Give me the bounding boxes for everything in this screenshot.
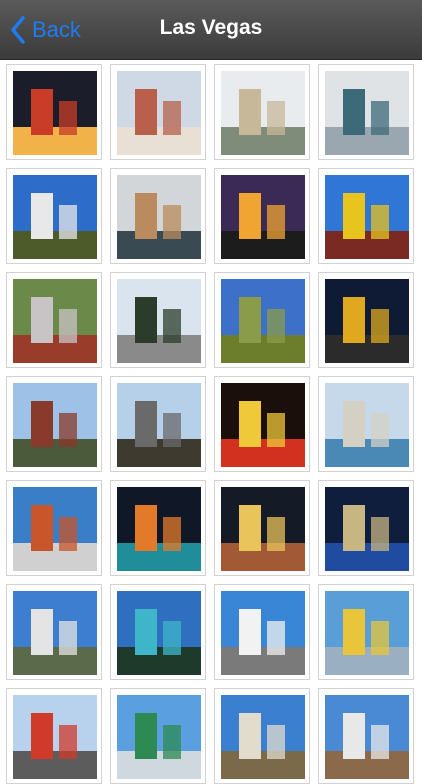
photo-thumbnail[interactable]	[318, 272, 414, 368]
photo-hotel-day-wide	[117, 71, 201, 155]
photo-thumbnail[interactable]	[318, 688, 414, 784]
photo-thumbnail[interactable]	[110, 272, 206, 368]
photo-thumbnail[interactable]	[318, 64, 414, 160]
photo-thumbnail[interactable]	[214, 272, 310, 368]
photo-pylon-sculpture	[13, 383, 97, 467]
photo-four-queens-sign	[221, 383, 305, 467]
photo-clouds-skyline	[221, 591, 305, 675]
photo-thumbnail[interactable]	[214, 64, 310, 160]
photo-thumbnail[interactable]	[318, 584, 414, 680]
photo-thumbnail[interactable]	[318, 480, 414, 576]
photo-glass-towers	[325, 71, 409, 155]
photo-thumbnail[interactable]	[214, 376, 310, 472]
photo-thumbnail[interactable]	[110, 64, 206, 160]
photo-thumbnail[interactable]	[110, 480, 206, 576]
photo-thumbnail[interactable]	[318, 376, 414, 472]
photo-thumbnail[interactable]	[6, 480, 102, 576]
photo-blue-sky-eiffel	[13, 175, 97, 259]
photo-paris-fountain	[117, 591, 201, 675]
photo-flamingo	[13, 279, 97, 363]
photo-coke-bottle	[117, 695, 201, 779]
photo-caesars-fountain	[221, 695, 305, 779]
photo-thumbnail[interactable]	[110, 376, 206, 472]
photo-thumbnail[interactable]	[6, 168, 102, 264]
photo-red-building	[13, 487, 97, 571]
photo-golf-course	[221, 279, 305, 363]
photo-thumbnail[interactable]	[6, 272, 102, 368]
photo-casino-towers	[221, 71, 305, 155]
photo-thumbnail[interactable]	[318, 168, 414, 264]
photo-thumbnail[interactable]	[214, 168, 310, 264]
photo-fountain-plaza	[117, 175, 201, 259]
photo-thumbnail[interactable]	[6, 584, 102, 680]
photo-thumbnail[interactable]	[214, 688, 310, 784]
page-title: Las Vegas	[159, 16, 263, 39]
photo-thumbnail[interactable]	[6, 688, 102, 784]
photo-thumbnail[interactable]	[6, 64, 102, 160]
photo-statue-arena	[325, 695, 409, 779]
photo-eiffel-night-lights	[221, 487, 305, 571]
photo-white-hotel	[13, 591, 97, 675]
photo-hotel-night-tower	[13, 71, 97, 155]
photo-mcdonalds-sign	[325, 175, 409, 259]
photo-thumbnail[interactable]	[110, 688, 206, 784]
photo-bellagio-night	[325, 487, 409, 571]
photo-palm-tree-sunset	[221, 175, 305, 259]
photo-thumbnail[interactable]	[6, 376, 102, 472]
photo-sphinx-night	[325, 279, 409, 363]
photo-lake-hotel	[325, 383, 409, 467]
photo-thumbnail[interactable]	[110, 168, 206, 264]
photo-palm-trees-street	[117, 279, 201, 363]
photo-thumbnail[interactable]	[214, 584, 310, 680]
navigation-bar: Back Las Vegas	[0, 0, 422, 60]
photo-venetian-night	[117, 487, 201, 571]
photo-eiffel-street	[13, 695, 97, 779]
photo-building-mural	[117, 383, 201, 467]
photo-thumbnail[interactable]	[214, 480, 310, 576]
photo-stratosphere-tower	[325, 591, 409, 675]
photo-thumbnail[interactable]	[110, 584, 206, 680]
